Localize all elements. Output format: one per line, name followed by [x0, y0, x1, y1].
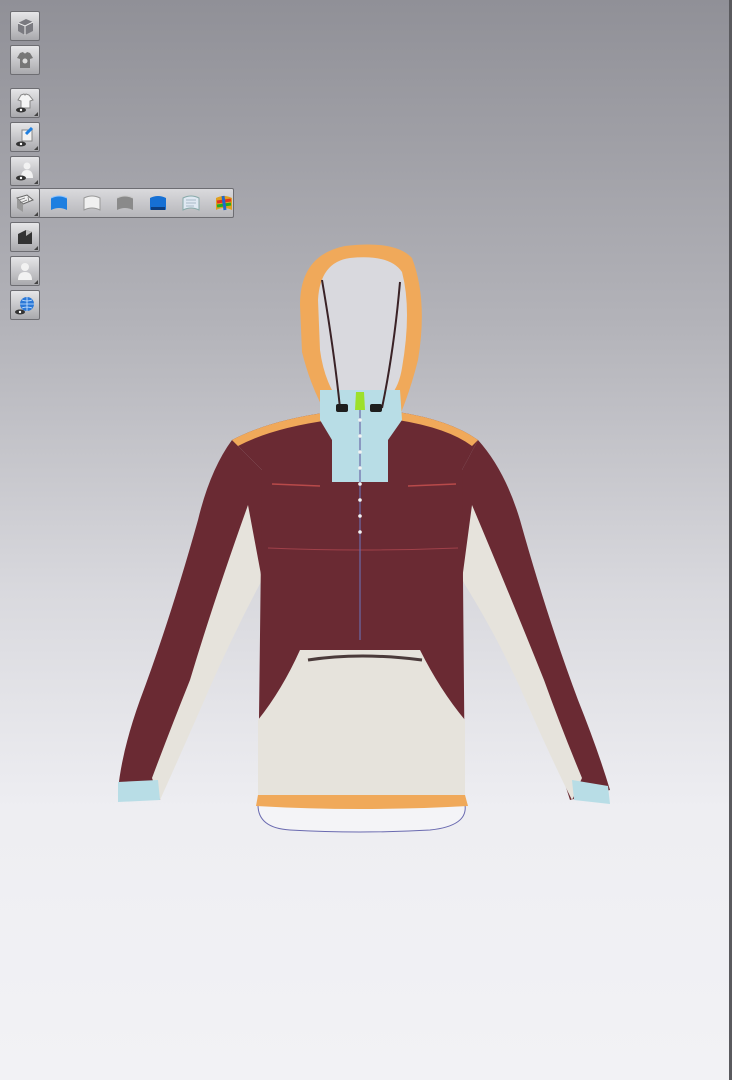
sleeve-right[interactable]	[462, 440, 610, 800]
hem-back-inner	[257, 804, 466, 833]
avatar-silhouette-icon[interactable]	[10, 256, 40, 286]
show-avatar-texture-icon[interactable]	[10, 122, 40, 152]
show-avatar-icon[interactable]	[10, 156, 40, 186]
hem-band	[256, 795, 468, 809]
garment-settings-icon[interactable]	[10, 45, 40, 75]
garment-model[interactable]	[118, 244, 610, 833]
texture-rainbow-option-icon[interactable]	[211, 191, 237, 215]
texture-mode-flyout	[10, 188, 234, 218]
environment-globe-icon[interactable]	[10, 290, 40, 320]
3d-box-icon[interactable]	[10, 11, 40, 41]
texture-gray-option-icon[interactable]	[112, 191, 138, 215]
texture-white-option-icon[interactable]	[79, 191, 105, 215]
3d-viewport[interactable]	[0, 0, 732, 1080]
texture-blue-option-icon[interactable]	[46, 191, 72, 215]
cord-stopper-left	[336, 404, 348, 412]
cuff-left	[118, 780, 160, 802]
texture-mode-icon[interactable]	[10, 188, 40, 218]
texture-blue-alt-option-icon[interactable]	[145, 191, 171, 215]
zip-pull[interactable]	[355, 392, 365, 410]
cord-stopper-right	[370, 404, 382, 412]
hood-inner	[318, 257, 407, 400]
texture-light-option-icon[interactable]	[178, 191, 204, 215]
render-mode-icon[interactable]	[10, 222, 40, 252]
show-garment-icon[interactable]	[10, 88, 40, 118]
